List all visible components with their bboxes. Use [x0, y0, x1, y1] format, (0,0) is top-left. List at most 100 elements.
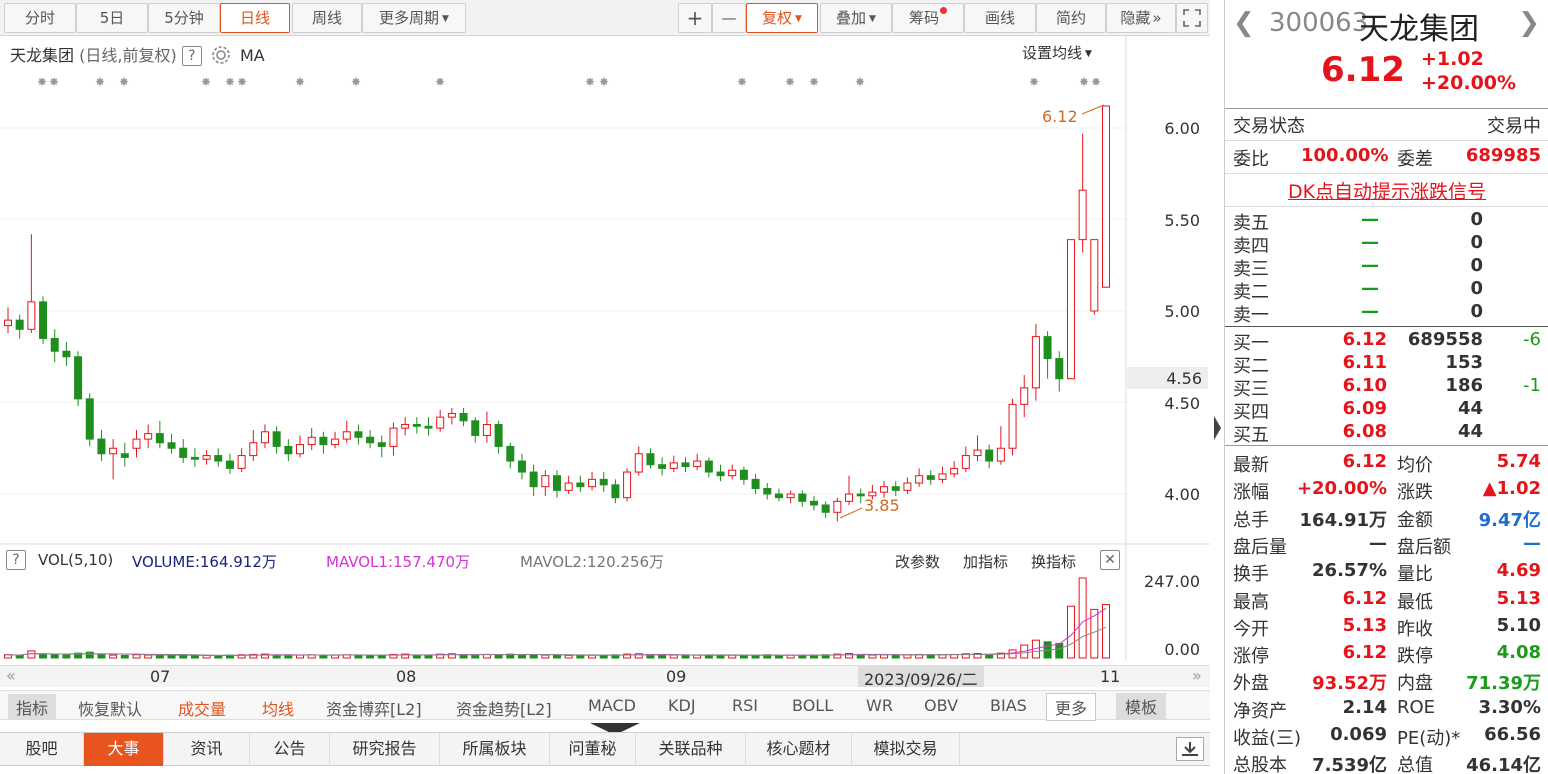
- low-price-label: 3.85: [864, 496, 900, 515]
- volume-bar: [798, 654, 807, 659]
- tab-core-themes[interactable]: 核心题材: [746, 733, 852, 766]
- tab-restore-default[interactable]: 恢复默认: [78, 696, 142, 720]
- event-marker-icon[interactable]: ✸: [435, 75, 445, 89]
- tab-notices[interactable]: 公告: [250, 733, 330, 766]
- event-marker-icon[interactable]: ✸: [585, 75, 595, 89]
- tab-ask-secretary[interactable]: 问董秘: [550, 733, 636, 766]
- candle: [366, 429, 375, 449]
- tab-obv[interactable]: OBV: [924, 696, 958, 715]
- event-marker-icon[interactable]: ✸: [225, 75, 235, 89]
- tab-research[interactable]: 研究报告: [330, 733, 440, 766]
- bid-volume: 689558: [1407, 329, 1483, 350]
- dk-signal-link[interactable]: DK点自动提示涨跌信号: [1225, 177, 1548, 204]
- tab-rsi[interactable]: RSI: [732, 696, 758, 715]
- event-marker-icon[interactable]: ✸: [237, 75, 247, 89]
- volume-bar: [15, 654, 24, 659]
- candle: [658, 457, 667, 476]
- volume-bar: [564, 654, 573, 659]
- tab-more[interactable]: 更多: [1046, 693, 1097, 721]
- tab-template[interactable]: 模板: [1116, 693, 1167, 719]
- event-marker-icon[interactable]: ✸: [37, 75, 47, 89]
- tab-sim-trade[interactable]: 模拟交易: [852, 733, 960, 766]
- ask-volume: 0: [1470, 278, 1483, 299]
- event-marker-icon[interactable]: ✸: [1029, 75, 1039, 89]
- candle: [354, 424, 363, 445]
- tab-ma[interactable]: 均线: [262, 696, 294, 720]
- change-param-button[interactable]: 改参数: [895, 551, 940, 572]
- bid-volume: 44: [1457, 421, 1483, 442]
- x-label: 09: [666, 667, 687, 686]
- tab-news[interactable]: 资讯: [164, 733, 250, 766]
- event-marker-icon[interactable]: ✸: [351, 75, 361, 89]
- stat-value: 4.69: [1496, 560, 1541, 582]
- tab-kdj[interactable]: KDJ: [668, 696, 696, 715]
- swap-indicator-button[interactable]: 换指标: [1031, 551, 1076, 572]
- volume-value: VOLUME:164.912万: [132, 553, 277, 571]
- tab-bias[interactable]: BIAS: [990, 696, 1027, 715]
- candle: [1043, 331, 1052, 379]
- bid-price: 6.11: [1342, 352, 1387, 373]
- tab-fund-game[interactable]: 资金博弈[L2]: [326, 696, 422, 720]
- scroll-left-icon[interactable]: «: [6, 666, 16, 685]
- price-tick: 6.00: [1164, 119, 1200, 138]
- next-stock-icon[interactable]: ❯: [1518, 8, 1540, 38]
- stat-value: 164.91万: [1299, 509, 1387, 531]
- price-tick: 5.50: [1164, 211, 1200, 230]
- candle: [424, 417, 433, 436]
- timeline-scrollbar[interactable]: « 07 08 09 2023/09/26/二 11 »: [0, 665, 1210, 689]
- volume-bar: [868, 654, 877, 659]
- event-marker-icon[interactable]: ✸: [95, 75, 105, 89]
- scroll-right-icon[interactable]: »: [1192, 666, 1202, 685]
- stat-label: 内盘: [1397, 673, 1433, 695]
- candle: [482, 411, 491, 443]
- tab-boll[interactable]: BOLL: [792, 696, 833, 715]
- tab-events[interactable]: 大事: [84, 733, 164, 766]
- tab-fund-trend[interactable]: 资金趋势[L2]: [456, 696, 552, 720]
- tab-macd[interactable]: MACD: [588, 696, 636, 715]
- right-panel-toggle[interactable]: [1212, 410, 1222, 446]
- stat-label: 总手: [1233, 509, 1269, 531]
- stat-row: 收益(三) 0.069 PE(动)* 66.56: [1225, 724, 1548, 749]
- event-marker-icon[interactable]: ✸: [809, 75, 819, 89]
- ask-volume: 0: [1470, 301, 1483, 322]
- event-marker-icon[interactable]: ✸: [599, 75, 609, 89]
- volume-bar: [39, 653, 48, 659]
- tab-indicator[interactable]: 指标: [8, 694, 57, 720]
- event-marker-icon[interactable]: ✸: [201, 75, 211, 89]
- tab-sectors[interactable]: 所属板块: [440, 733, 550, 766]
- event-marker-icon[interactable]: ✸: [785, 75, 795, 89]
- event-marker-icon[interactable]: ✸: [737, 75, 747, 89]
- candle: [74, 351, 83, 407]
- indicator-tabs: 指标 恢复默认 成交量 均线 资金博弈[L2] 资金趋势[L2] MACD KD…: [0, 690, 1210, 721]
- ask-volume: 0: [1470, 255, 1483, 276]
- add-indicator-button[interactable]: 加指标: [963, 551, 1008, 572]
- download-button[interactable]: [1176, 737, 1204, 761]
- ask-label: 卖一: [1233, 305, 1269, 326]
- event-marker-icon[interactable]: ✸: [855, 75, 865, 89]
- bid-label: 买五: [1233, 425, 1269, 446]
- event-marker-icon[interactable]: ✸: [295, 75, 305, 89]
- prev-stock-icon[interactable]: ❮: [1233, 8, 1255, 38]
- volume-bar: [109, 654, 118, 659]
- close-indicator-button[interactable]: ✕: [1100, 550, 1120, 570]
- weicha-label: 委差: [1397, 149, 1433, 170]
- panel-collapse-handle[interactable]: [590, 720, 640, 735]
- indicator-help-button[interactable]: ?: [6, 550, 26, 570]
- candle: [202, 450, 211, 465]
- volume-bar: [319, 654, 328, 659]
- event-marker-icon[interactable]: ✸: [1091, 75, 1101, 89]
- stock-app: 分时 5日 5分钟 日线 周线 更多周期 ▼ + — 复权 ▼ 叠加 ▼ 筹码 画线 …: [0, 0, 1548, 774]
- tab-related[interactable]: 关联品种: [636, 733, 746, 766]
- event-marker-icon[interactable]: ✸: [49, 75, 59, 89]
- volume-bar: [132, 654, 141, 659]
- tab-guba[interactable]: 股吧: [0, 733, 84, 766]
- event-marker-icon[interactable]: ✸: [119, 75, 129, 89]
- tab-volume[interactable]: 成交量: [178, 696, 226, 720]
- mavol-line: [7, 626, 1107, 656]
- tab-wr[interactable]: WR: [866, 696, 893, 715]
- stat-label: 涨跌: [1397, 482, 1433, 504]
- indicator-name: VOL(5,10): [38, 551, 114, 569]
- volume-bar: [541, 654, 550, 659]
- candle: [798, 490, 807, 507]
- event-marker-icon[interactable]: ✸: [1079, 75, 1089, 89]
